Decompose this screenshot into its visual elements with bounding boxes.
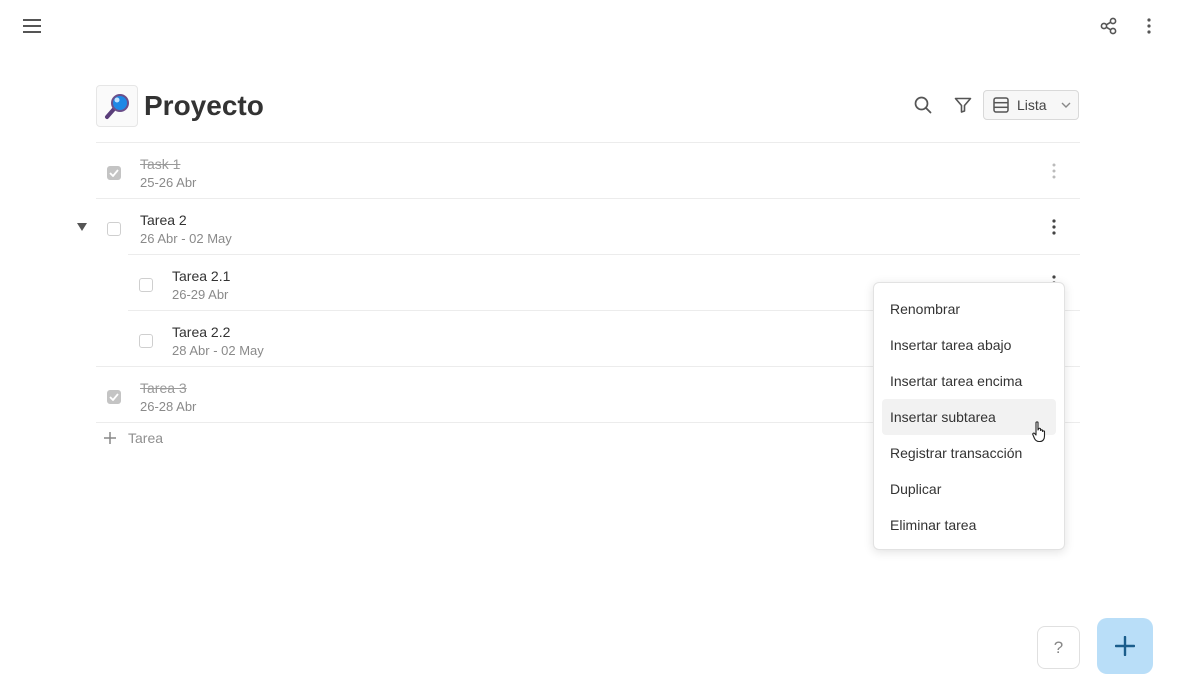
task-row[interactable]: Task 1 25-26 Abr [96,142,1080,198]
menu-item-insert-above[interactable]: Insertar tarea encima [882,363,1056,399]
hamburger-icon [23,19,41,33]
task-dates: 26-29 Abr [172,287,229,302]
task-checkbox[interactable] [107,166,121,180]
task-checkbox[interactable] [107,390,121,404]
magnifying-glass-emoji-icon [105,94,129,119]
task-name[interactable]: Tarea 2 [140,212,187,228]
task-context-menu: Renombrar Insertar tarea abajo Insertar … [873,282,1065,550]
page-title: Proyecto [144,90,264,121]
vertical-dots-icon [1052,219,1056,235]
view-select-label: Lista [1017,97,1047,113]
plus-icon [1115,636,1135,656]
list-view-icon [993,97,1009,113]
checkmark-icon [109,169,119,177]
menu-item-delete-task[interactable]: Eliminar tarea [882,507,1056,543]
menu-item-duplicate[interactable]: Duplicar [882,471,1056,507]
add-task-label: Tarea [128,430,164,446]
task-dates: 26 Abr - 02 May [140,231,232,246]
hand-cursor-icon [1032,421,1048,443]
help-button[interactable]: ? [1037,626,1080,669]
task-checkbox[interactable] [139,334,153,348]
menu-item-insert-subtask[interactable]: Insertar subtarea [882,399,1056,435]
menu-item-rename[interactable]: Renombrar [882,291,1056,327]
add-task-button[interactable]: Tarea [104,430,163,446]
vertical-dots-icon [1147,18,1151,34]
share-button[interactable] [1096,12,1122,40]
task-options-button[interactable] [1046,161,1062,181]
task-name[interactable]: Task 1 [140,156,180,172]
task-dates: 25-26 Abr [140,175,197,190]
task-row[interactable]: Tarea 2 26 Abr - 02 May [96,198,1080,254]
expand-toggle[interactable] [77,223,89,233]
menu-item-insert-below[interactable]: Insertar tarea abajo [882,327,1056,363]
share-icon [1100,17,1117,35]
checkmark-icon [109,393,119,401]
search-icon [914,96,932,114]
task-dates: 26-28 Abr [140,399,197,414]
vertical-dots-icon [1052,163,1056,179]
task-name[interactable]: Tarea 2.1 [172,268,230,284]
task-checkbox[interactable] [107,222,121,236]
task-name[interactable]: Tarea 3 [140,380,187,396]
task-dates: 28 Abr - 02 May [172,343,264,358]
plus-icon [104,432,116,444]
filter-button[interactable] [950,92,976,118]
search-button[interactable] [910,92,936,118]
menu-item-log-transaction[interactable]: Registrar transacción [882,435,1056,471]
filter-icon [954,97,972,113]
page-icon[interactable] [96,85,138,127]
task-name[interactable]: Tarea 2.2 [172,324,230,340]
add-fab-button[interactable] [1097,618,1153,674]
chevron-down-icon [1061,102,1071,108]
task-options-button[interactable] [1046,217,1062,237]
more-options-button[interactable] [1137,12,1161,40]
menu-button[interactable] [18,12,46,40]
task-checkbox[interactable] [139,278,153,292]
caret-down-icon [77,223,87,231]
view-select[interactable]: Lista [983,90,1079,120]
